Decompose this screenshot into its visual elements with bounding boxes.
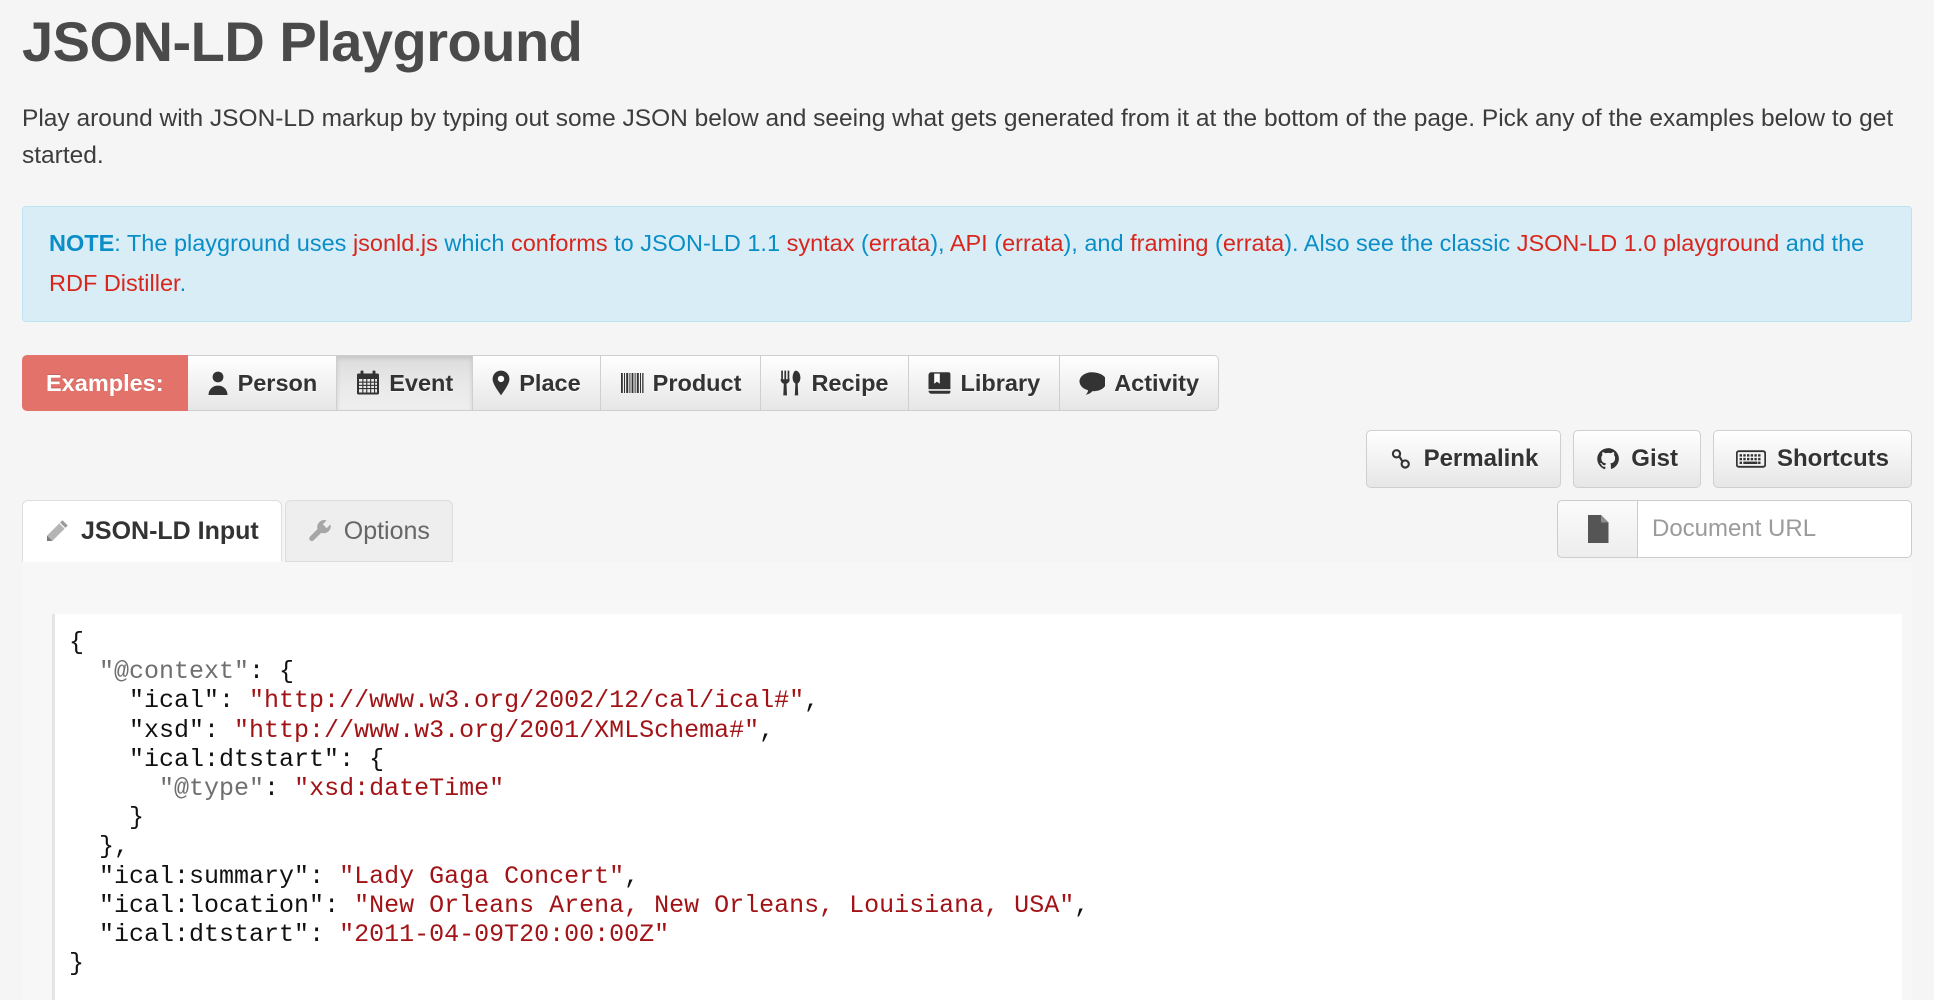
note-link-rdf-distiller[interactable]: RDF Distiller	[49, 270, 180, 296]
permalink-button[interactable]: Permalink	[1365, 430, 1562, 488]
example-label-place: Place	[519, 369, 581, 396]
book-icon	[928, 371, 952, 395]
document-url-addon[interactable]	[1557, 500, 1637, 558]
note-link-syntax[interactable]: syntax	[787, 230, 855, 256]
editor-tabs: JSON-LD Input Options	[22, 500, 453, 562]
note-text-8: (	[1208, 230, 1223, 256]
tab-label-options: Options	[343, 516, 430, 545]
note-text-10: and the	[1779, 230, 1865, 256]
barcode-icon	[620, 371, 644, 395]
note-link-framing-errata[interactable]: errata	[1223, 230, 1284, 256]
example-label-product: Product	[652, 369, 742, 396]
permalink-label: Permalink	[1423, 445, 1539, 472]
cutlery-icon	[780, 370, 802, 396]
page-intro: Play around with JSON-LD markup by typin…	[22, 105, 1894, 169]
tab-options[interactable]: Options	[284, 500, 453, 562]
note-label: NOTE	[49, 230, 115, 256]
note-text-5: ),	[930, 230, 950, 256]
note-text-11: .	[179, 270, 187, 296]
note-link-framing[interactable]: framing	[1130, 230, 1208, 256]
example-label-person: Person	[237, 369, 318, 396]
note-text-3: to JSON-LD 1.1	[607, 230, 787, 256]
playground-page: JSON-LD Playground Play around with JSON…	[0, 0, 1934, 1000]
note-text-9: ). Also see the classic	[1284, 230, 1517, 256]
github-icon	[1596, 447, 1620, 471]
gist-button[interactable]: Gist	[1573, 430, 1701, 488]
note-text-2: which	[437, 230, 511, 256]
examples-label-text: Examples:	[46, 369, 164, 396]
action-buttons: Permalink Gist Shortcuts	[1354, 430, 1912, 488]
example-label-recipe: Recipe	[811, 369, 889, 396]
comment-icon	[1079, 371, 1106, 395]
example-button-recipe[interactable]: Recipe	[761, 355, 909, 411]
example-button-product[interactable]: Product	[600, 355, 762, 411]
map-pin-icon	[492, 370, 510, 396]
note-text-1: The playground uses	[126, 230, 353, 256]
example-label-activity: Activity	[1114, 369, 1200, 396]
shortcuts-button[interactable]: Shortcuts	[1712, 430, 1912, 488]
note-link-syntax-errata[interactable]: errata	[869, 230, 930, 256]
document-url-group	[1557, 500, 1912, 558]
example-label-event: Event	[389, 369, 454, 396]
person-icon	[207, 370, 229, 396]
note-text-7: ), and	[1063, 230, 1131, 256]
example-button-activity[interactable]: Activity	[1060, 355, 1220, 411]
examples-button-group: Examples: Person Event Place Product Rec…	[22, 355, 1220, 411]
document-url-input[interactable]	[1637, 500, 1912, 558]
examples-toolbar: Examples: Person Event Place Product Rec…	[22, 355, 1912, 411]
tab-json-ld-input[interactable]: JSON-LD Input	[22, 500, 282, 562]
note-text-4: (	[854, 230, 869, 256]
note-link-conforms[interactable]: conforms	[511, 230, 608, 256]
note-link-api-errata[interactable]: errata	[1002, 230, 1063, 256]
shortcuts-label: Shortcuts	[1776, 445, 1889, 472]
file-icon	[1586, 514, 1610, 544]
json-ld-code[interactable]: { "@context": { "ical": "http://www.w3.o…	[55, 614, 1902, 978]
note-link-classic-playground[interactable]: JSON-LD 1.0 playground	[1517, 230, 1780, 256]
example-button-place[interactable]: Place	[473, 355, 601, 411]
note-colon: :	[114, 230, 127, 256]
example-label-library: Library	[960, 369, 1041, 396]
link-icon	[1389, 447, 1413, 471]
json-ld-editor[interactable]: { "@context": { "ical": "http://www.w3.o…	[52, 614, 1902, 1000]
tab-label-json-ld-input: JSON-LD Input	[81, 516, 259, 545]
note-link-api[interactable]: API	[950, 230, 988, 256]
editor-panel: { "@context": { "ical": "http://www.w3.o…	[22, 562, 1912, 1000]
calendar-icon	[356, 370, 380, 396]
page-title: JSON-LD Playground	[22, 10, 583, 73]
gist-label: Gist	[1631, 445, 1678, 472]
note-link-jsonldjs[interactable]: jsonld.js	[353, 230, 438, 256]
pencil-icon	[45, 519, 69, 543]
note-text-6: (	[987, 230, 1003, 256]
example-button-event[interactable]: Event	[337, 355, 474, 411]
keyboard-icon	[1735, 448, 1766, 470]
note-alert: NOTE: The playground uses jsonld.js whic…	[22, 206, 1912, 322]
wrench-icon	[308, 519, 332, 543]
examples-label: Examples:	[22, 355, 188, 411]
example-button-person[interactable]: Person	[187, 355, 338, 411]
example-button-library[interactable]: Library	[908, 355, 1061, 411]
